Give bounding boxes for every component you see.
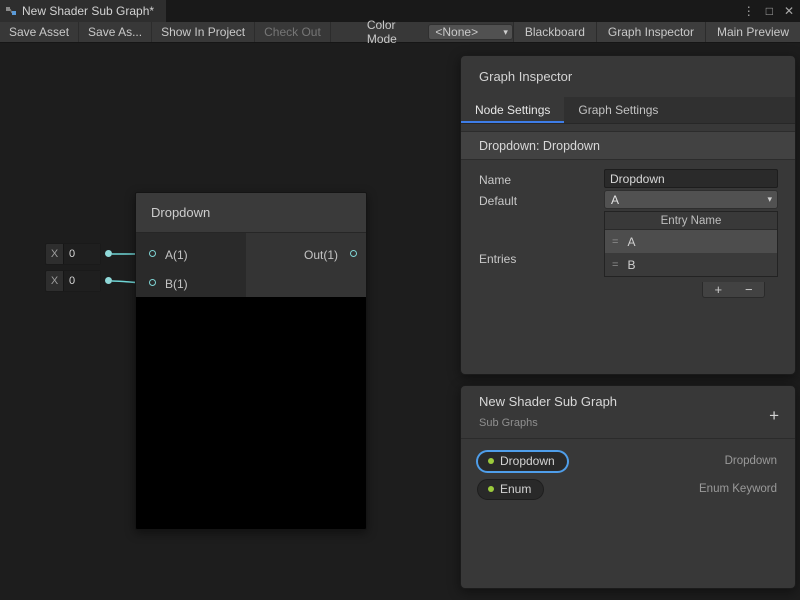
blackboard-item-type: Dropdown	[725, 455, 777, 467]
color-mode-label: Color Mode	[359, 22, 429, 42]
inspector-tabs: Node Settings Graph Settings	[461, 97, 795, 124]
blackboard-item-name: Enum	[500, 482, 531, 496]
main-preview-toggle-button[interactable]: Main Preview	[705, 22, 800, 42]
drag-handle-icon[interactable]: =	[612, 236, 618, 248]
show-in-project-button[interactable]: Show In Project	[152, 22, 255, 42]
entries-list: Entry Name = A = B	[604, 211, 778, 277]
vector-x-value[interactable]: 0	[63, 244, 100, 264]
node-title[interactable]: Dropdown	[136, 193, 366, 233]
value-output-port[interactable]	[105, 277, 112, 284]
entries-list-footer: + −	[702, 282, 765, 298]
inspector-title[interactable]: Graph Inspector	[461, 56, 795, 97]
blackboard-item: Enum Enum Keyword	[461, 477, 795, 501]
node-preview	[136, 297, 366, 529]
entry-row[interactable]: = A	[605, 230, 777, 253]
input-port-a-label: A(1)	[165, 248, 188, 262]
color-mode-dropdown[interactable]: <None> ▾	[428, 24, 513, 40]
blackboard-toggle-button[interactable]: Blackboard	[513, 22, 596, 42]
check-out-button: Check Out	[255, 22, 331, 42]
drag-handle-icon[interactable]: =	[612, 259, 618, 271]
vector-x-value[interactable]: 0	[63, 271, 100, 291]
chevron-down-icon: ▾	[767, 194, 772, 205]
blackboard-item-dropdown[interactable]: Dropdown	[477, 451, 568, 472]
input-port-b[interactable]	[149, 279, 156, 286]
value-output-port[interactable]	[105, 250, 112, 257]
blackboard-title[interactable]: New Shader Sub Graph	[479, 394, 617, 409]
save-as-button[interactable]: Save As...	[79, 22, 152, 42]
default-field-label: Default	[479, 194, 517, 208]
entry-name: A	[627, 235, 635, 249]
save-asset-button[interactable]: Save Asset	[0, 22, 79, 42]
name-field-label: Name	[479, 173, 511, 187]
keyword-dot-icon	[488, 458, 494, 464]
window-tab-title: New Shader Sub Graph*	[22, 4, 154, 18]
entry-row[interactable]: = B	[605, 253, 777, 276]
input-port-b-label: B(1)	[165, 277, 188, 291]
graph-inspector-toggle-button[interactable]: Graph Inspector	[596, 22, 705, 42]
blackboard-item-name: Dropdown	[500, 454, 555, 468]
vector-input-node[interactable]: X 0	[45, 243, 101, 265]
blackboard-item-type: Enum Keyword	[699, 483, 777, 495]
input-port-a[interactable]	[149, 250, 156, 257]
maximize-icon[interactable]: □	[766, 4, 773, 18]
vector-x-label: X	[46, 244, 63, 264]
node-settings-section-title: Dropdown: Dropdown	[461, 131, 795, 160]
vector-input-node[interactable]: X 0	[45, 270, 101, 292]
entries-list-header: Entry Name	[605, 212, 777, 230]
toolbar: Save Asset Save As... Show In Project Ch…	[0, 22, 800, 43]
chevron-down-icon: ▾	[503, 27, 508, 38]
blackboard-item: Dropdown Dropdown	[461, 449, 795, 473]
divider	[461, 438, 795, 439]
output-port-label: Out(1)	[304, 248, 338, 262]
default-dropdown-value: A	[611, 193, 619, 207]
blackboard-panel: New Shader Sub Graph Sub Graphs + Dropdo…	[460, 385, 796, 589]
name-input[interactable]	[604, 169, 778, 188]
output-port[interactable]	[350, 250, 357, 257]
dropdown-node[interactable]: Dropdown A(1) B(1) Out(1)	[135, 192, 367, 530]
blackboard-item-enum[interactable]: Enum	[477, 479, 544, 500]
vector-x-label: X	[46, 271, 63, 291]
color-mode-value: <None>	[435, 25, 478, 39]
window-tab[interactable]: New Shader Sub Graph*	[0, 0, 166, 22]
default-dropdown[interactable]: A ▾	[604, 190, 778, 209]
close-icon[interactable]: ✕	[784, 4, 794, 18]
menu-icon[interactable]: ⋮	[743, 4, 755, 18]
remove-entry-button[interactable]: −	[734, 282, 765, 297]
tab-graph-settings[interactable]: Graph Settings	[564, 97, 672, 123]
tab-node-settings[interactable]: Node Settings	[461, 97, 564, 123]
entries-field-label: Entries	[479, 252, 516, 266]
add-property-button[interactable]: +	[769, 406, 779, 426]
graph-inspector-panel: Graph Inspector Node Settings Graph Sett…	[460, 55, 796, 375]
blackboard-subtitle: Sub Graphs	[479, 417, 538, 429]
keyword-dot-icon	[488, 486, 494, 492]
add-entry-button[interactable]: +	[703, 282, 734, 297]
shader-graph-icon	[5, 5, 17, 17]
entry-name: B	[627, 258, 635, 272]
node-ports: A(1) B(1) Out(1)	[136, 233, 366, 297]
input-ports-area	[136, 233, 246, 297]
